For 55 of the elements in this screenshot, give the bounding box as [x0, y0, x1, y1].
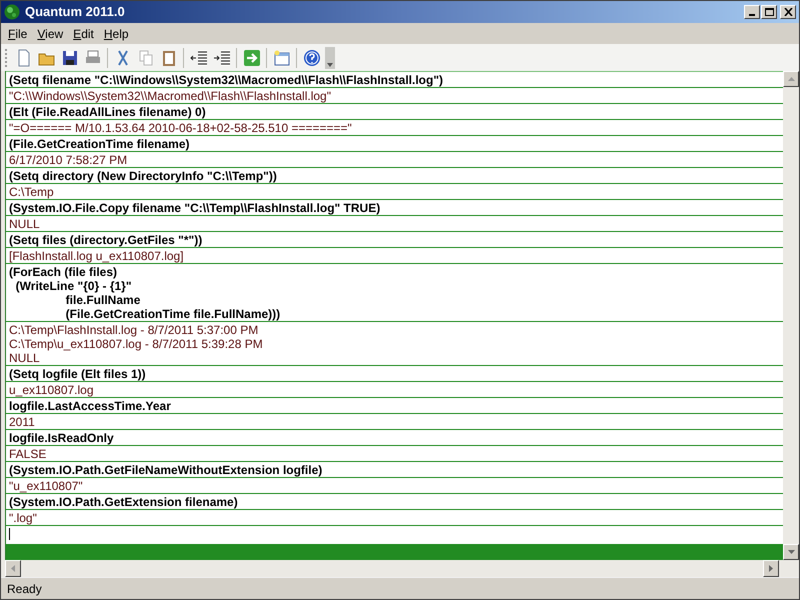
left-arrow-icon — [11, 565, 15, 572]
window-icon — [272, 48, 290, 66]
menu-item[interactable]: View — [32, 24, 68, 42]
maximize-button[interactable] — [761, 5, 777, 19]
input-expression: (Setq directory (New DirectoryInfo "C:\\Temp")) — [9, 169, 278, 183]
output-result: 2011 — [9, 415, 36, 429]
output-result: "u_ex110807" — [9, 479, 84, 493]
input-expression: (File.GetCreationTime filename) — [9, 137, 190, 151]
output-result: C:\Temp\FlashInstall.log - 8/7/2011 5:37:00 PM C:\Temp\u_ex110807.log - 8/7/2011 5:39:28 PM NULL — [9, 323, 264, 365]
scroll-up-button[interactable] — [783, 71, 799, 87]
input-expression: (System.IO.File.Copy filename "C:\\Temp\\FlashInstall.log" TRUE) — [9, 201, 382, 215]
output-result: NULL — [9, 217, 41, 231]
input-expression: (ForEach (file files) (WriteLine "{0} - {1}" file.FullName (File.GetCreationTime file.FullName))) — [9, 265, 282, 321]
copy-icon — [136, 48, 154, 66]
input-expression: logfile.IsReadOnly — [9, 431, 115, 445]
input-expression: (System.IO.Path.GetFileNameWithoutExtension logfile) — [9, 463, 324, 477]
menu-item[interactable]: Edit — [68, 24, 99, 42]
up-arrow-icon — [788, 77, 794, 81]
status-text: Ready — [7, 580, 42, 598]
output-result: "C:\\Windows\\System32\\Macromed\\Flash\\FlashInstall.log" — [9, 89, 332, 103]
close-button[interactable] — [780, 5, 796, 19]
scroll-right-button[interactable] — [763, 560, 779, 577]
toolbar-overflow-button[interactable] — [325, 46, 335, 68]
output-result: ".log" — [9, 511, 38, 525]
right-arrow-icon — [769, 565, 773, 572]
menu-item[interactable]: File — [3, 24, 32, 42]
arrow-right-icon — [242, 48, 260, 66]
window-title: Quantum 2011.0 — [25, 3, 125, 22]
menu-item[interactable]: Help — [98, 24, 134, 42]
down-arrow-icon — [788, 550, 794, 554]
scroll-down-button[interactable] — [783, 544, 799, 560]
input-expression: (Setq logfile (Elt files 1)) — [9, 367, 147, 381]
input-expression: (System.IO.Path.GetExtension filename) — [9, 495, 239, 509]
save-icon — [60, 48, 78, 66]
chevron-down-icon — [327, 62, 333, 66]
scroll-left-button[interactable] — [5, 560, 21, 577]
horizontal-scrollbar[interactable] — [1, 560, 799, 577]
output-result: u_ex110807.log — [9, 383, 95, 397]
output-result: [FlashInstall.log u_ex110807.log] — [9, 249, 185, 263]
input-expression: (Setq filename "C:\\Windows\\System32\\Macromed\\Flash\\FlashInstall.log") — [9, 73, 444, 87]
globe-icon — [4, 4, 20, 20]
help-icon — [302, 48, 320, 66]
outdent-icon — [190, 48, 208, 66]
indent-icon — [212, 48, 230, 66]
output-result: C:\Temp — [9, 185, 55, 199]
vertical-scrollbar[interactable] — [783, 71, 799, 560]
output-result: 6/17/2010 7:58:27 PM — [9, 153, 128, 167]
input-expression: (Setq files (directory.GetFiles "*")) — [9, 233, 204, 247]
input-expression: (Elt (File.ReadAllLines filename) 0) — [9, 105, 207, 119]
input-expression: logfile.LastAccessTime.Year — [9, 399, 172, 413]
minimize-button[interactable] — [744, 5, 760, 19]
output-result: FALSE — [9, 447, 48, 461]
maximize-icon — [764, 8, 774, 16]
close-icon — [784, 8, 792, 16]
output-result: "=O====== M/10.1.53.64 2010-06-18+02-58-25.510 ========" — [9, 121, 353, 135]
